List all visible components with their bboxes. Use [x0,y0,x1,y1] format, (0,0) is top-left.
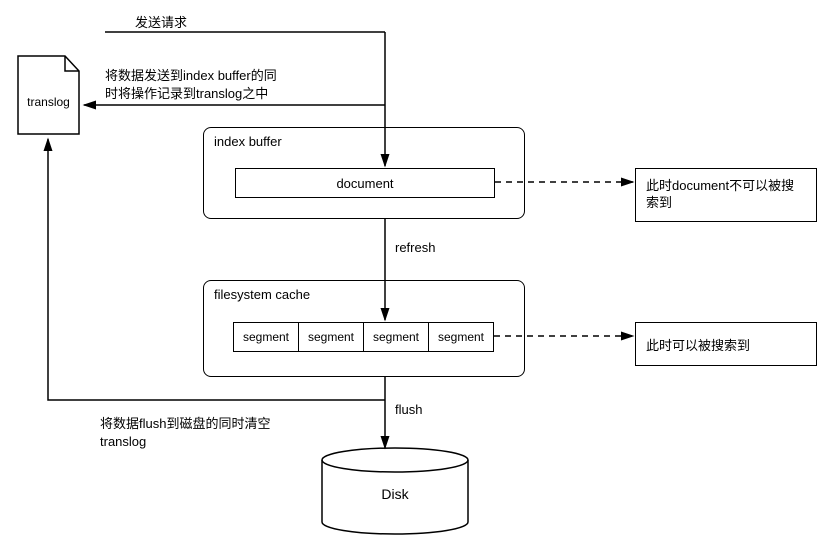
segment-label-4: segment [438,330,484,344]
segment-box-1: segment [233,322,299,352]
send-request-label: 发送请求 [135,12,187,31]
segment-box-2: segment [298,322,364,352]
to-translog-label: 将数据发送到index buffer的同 时将操作记录到translog之中 [105,67,277,102]
note-not-searchable: 此时document不可以被搜 索到 [635,168,817,222]
disk-cylinder: Disk [320,446,470,536]
refresh-label: refresh [395,240,435,255]
document-label: document [336,176,393,191]
index-buffer-title: index buffer [214,134,282,149]
segment-label-1: segment [243,330,289,344]
flush-clear-label: 将数据flush到磁盘的同时清空 translog [100,415,270,450]
note2-text: 此时可以被搜索到 [646,335,750,354]
flush-label: flush [395,402,422,417]
segment-label-2: segment [308,330,354,344]
segment-box-3: segment [363,322,429,352]
filesystem-cache-title: filesystem cache [214,287,310,302]
translog-file: translog [17,55,80,135]
note1-text: 此时document不可以被搜 索到 [646,178,794,212]
segment-box-4: segment [428,322,494,352]
disk-label: Disk [320,486,470,502]
note-searchable: 此时可以被搜索到 [635,322,817,366]
diagram-canvas: translog index buffer document filesyste… [0,0,831,550]
segment-label-3: segment [373,330,419,344]
translog-label: translog [17,95,80,109]
document-box: document [235,168,495,198]
